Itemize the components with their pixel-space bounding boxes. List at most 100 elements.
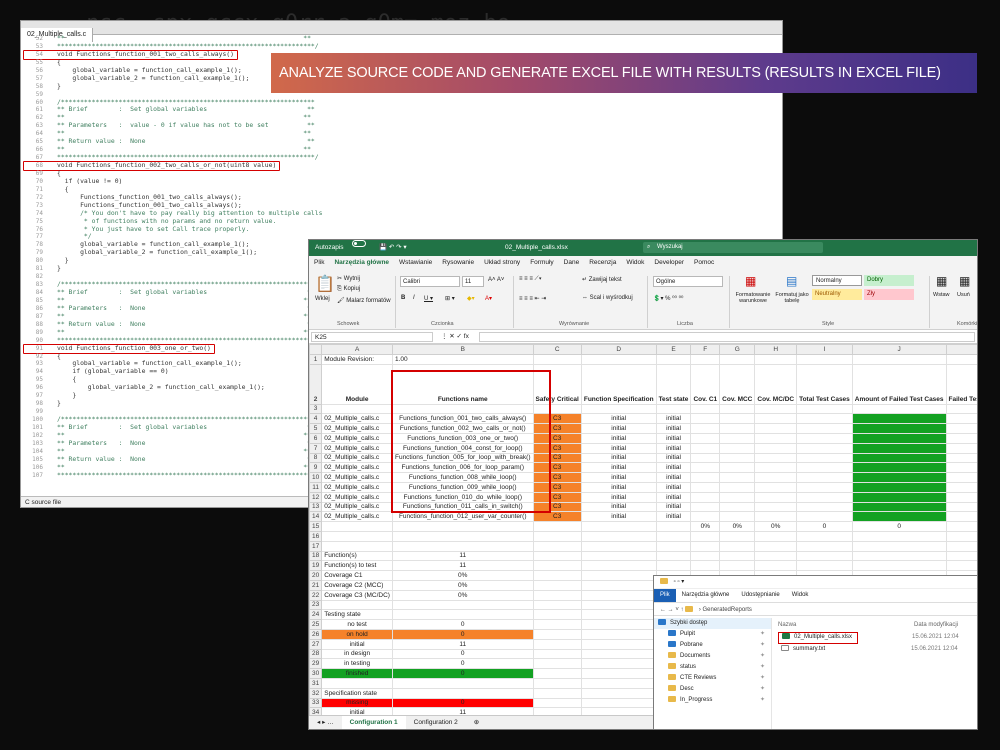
number-format-select[interactable]: Ogólne bbox=[653, 276, 723, 287]
cell[interactable] bbox=[754, 511, 798, 523]
file-row[interactable]: 02_Multiple_calls.xlsx 15.06.2021 12:04 bbox=[778, 632, 959, 644]
testing-state-label[interactable]: in testing bbox=[321, 658, 393, 670]
spec-state-label[interactable]: missing bbox=[321, 697, 393, 709]
cell[interactable] bbox=[719, 432, 756, 444]
failed-amount-cell[interactable] bbox=[851, 452, 947, 464]
cell[interactable] bbox=[532, 579, 582, 591]
cell[interactable] bbox=[580, 579, 657, 591]
cell[interactable] bbox=[532, 628, 582, 640]
spec-state-value[interactable]: 11 bbox=[391, 707, 534, 715]
test-state-cell[interactable]: initial bbox=[655, 413, 692, 425]
row-header[interactable]: 3 bbox=[309, 403, 323, 415]
cell[interactable] bbox=[690, 413, 721, 425]
cell[interactable] bbox=[690, 403, 721, 415]
function-name-cell[interactable]: Functions_function_012_user_var_counter(… bbox=[391, 511, 534, 523]
test-state-cell[interactable]: initial bbox=[655, 491, 692, 503]
sheet-nav-arrows[interactable]: ◂ ▸ … bbox=[309, 716, 342, 729]
cell[interactable] bbox=[754, 413, 798, 425]
cell[interactable] bbox=[754, 501, 798, 513]
nav-item[interactable]: Pulpit ✦ bbox=[654, 629, 771, 640]
column-title-cell[interactable]: Total Test Cases bbox=[796, 363, 853, 405]
spec-cell[interactable]: initial bbox=[580, 442, 657, 454]
row-header[interactable]: 25 bbox=[309, 619, 323, 630]
spec-cell[interactable]: initial bbox=[580, 413, 657, 425]
cell[interactable] bbox=[391, 521, 534, 532]
cell[interactable] bbox=[754, 540, 798, 552]
cell[interactable] bbox=[719, 403, 756, 415]
conditional-format-icon[interactable]: ▦ bbox=[745, 274, 756, 288]
name-box[interactable]: K25 bbox=[311, 332, 433, 342]
summary-label[interactable]: Function(s) bbox=[321, 550, 393, 562]
cell[interactable] bbox=[945, 560, 977, 572]
column-header[interactable]: G bbox=[719, 344, 756, 355]
align-horizontal-icons[interactable]: ≡ ≡ ≡ ⇤ ⇥ bbox=[519, 295, 546, 302]
failed-amount-cell[interactable] bbox=[851, 423, 947, 434]
cell[interactable] bbox=[690, 560, 721, 572]
cell[interactable] bbox=[690, 550, 721, 562]
module-cell[interactable]: 02_Multiple_calls.c bbox=[321, 413, 393, 425]
row-header[interactable]: 28 bbox=[309, 648, 323, 660]
cell[interactable] bbox=[580, 609, 657, 621]
cell[interactable] bbox=[690, 501, 721, 513]
testing-state-value[interactable]: 0 bbox=[391, 628, 534, 640]
cell[interactable] bbox=[796, 560, 853, 572]
summary-value[interactable]: 0% bbox=[391, 589, 534, 601]
ribbon-tab[interactable]: Plik bbox=[309, 256, 329, 270]
cell[interactable] bbox=[655, 540, 692, 552]
row-header[interactable]: 32 bbox=[309, 687, 323, 699]
cell[interactable] bbox=[580, 560, 657, 572]
file-row[interactable]: summary.txt 15.06.2021 12:04 bbox=[778, 644, 977, 655]
delete-cells-icon[interactable]: ▦ bbox=[959, 274, 970, 288]
column-title-cell[interactable]: Amount of Failed Test Cases bbox=[851, 363, 947, 405]
cell[interactable] bbox=[532, 619, 582, 630]
cell[interactable] bbox=[796, 423, 853, 434]
cell[interactable] bbox=[532, 707, 582, 715]
failed-amount-cell[interactable] bbox=[851, 442, 947, 454]
column-title-cell[interactable]: Cov. C1 bbox=[690, 363, 721, 405]
row-header[interactable]: 30 bbox=[309, 668, 323, 679]
failed-amount-cell[interactable] bbox=[851, 511, 947, 523]
column-title-cell[interactable]: Cov. MCC bbox=[719, 363, 756, 405]
cell[interactable] bbox=[580, 697, 657, 709]
cell[interactable] bbox=[321, 521, 393, 532]
cell[interactable] bbox=[945, 432, 977, 444]
row-header[interactable]: 13 bbox=[309, 501, 323, 513]
row-header[interactable]: 26 bbox=[309, 628, 323, 640]
cell[interactable] bbox=[945, 481, 977, 493]
column-title-cell[interactable]: Module bbox=[321, 363, 393, 405]
cell[interactable] bbox=[580, 628, 657, 640]
cell[interactable] bbox=[945, 462, 977, 474]
column-title-cell[interactable]: Test state bbox=[655, 363, 692, 405]
total-tests[interactable]: 0 bbox=[796, 521, 853, 532]
testing-state-label[interactable]: on hold bbox=[321, 628, 393, 640]
cell[interactable] bbox=[754, 403, 798, 415]
cell[interactable] bbox=[851, 530, 947, 542]
total-failed[interactable]: 0 bbox=[851, 521, 947, 532]
cell[interactable] bbox=[945, 550, 977, 562]
column-title-cell[interactable]: Function Specification bbox=[580, 363, 657, 405]
style-normal[interactable]: Normalny bbox=[812, 275, 862, 286]
cell[interactable] bbox=[532, 677, 582, 689]
cell[interactable] bbox=[532, 599, 582, 611]
summary-label[interactable]: Function(s) to test bbox=[321, 560, 393, 572]
test-state-cell[interactable]: initial bbox=[655, 472, 692, 483]
spec-cell[interactable]: initial bbox=[580, 481, 657, 493]
failed-amount-cell[interactable] bbox=[851, 472, 947, 483]
spec-cell[interactable]: initial bbox=[580, 432, 657, 444]
spec-state-value[interactable]: 0 bbox=[391, 697, 534, 709]
quick-access-icons[interactable]: 💾 ↶ ↷ ▾ bbox=[379, 240, 407, 256]
paste-button[interactable]: Wklej bbox=[315, 296, 330, 302]
style-bad[interactable]: Zły bbox=[864, 289, 914, 300]
cell[interactable] bbox=[532, 530, 582, 542]
cell[interactable] bbox=[580, 619, 657, 630]
nav-item[interactable]: Documents ✦ bbox=[654, 651, 771, 662]
format-as-table-button[interactable]: Formatuj jako tabelę bbox=[773, 292, 811, 304]
failed-amount-cell[interactable] bbox=[851, 432, 947, 444]
address-bar[interactable]: ← → ˅ ↑ › GeneratedReports bbox=[654, 602, 977, 616]
row-header[interactable]: 4 bbox=[309, 413, 323, 425]
cell[interactable] bbox=[655, 403, 692, 415]
failed-amount-cell[interactable] bbox=[851, 491, 947, 503]
explorer-ribbon-tab[interactable]: Udostępnianie bbox=[735, 589, 785, 602]
cell[interactable] bbox=[532, 589, 582, 601]
testing-state-label[interactable]: finished bbox=[321, 668, 393, 679]
